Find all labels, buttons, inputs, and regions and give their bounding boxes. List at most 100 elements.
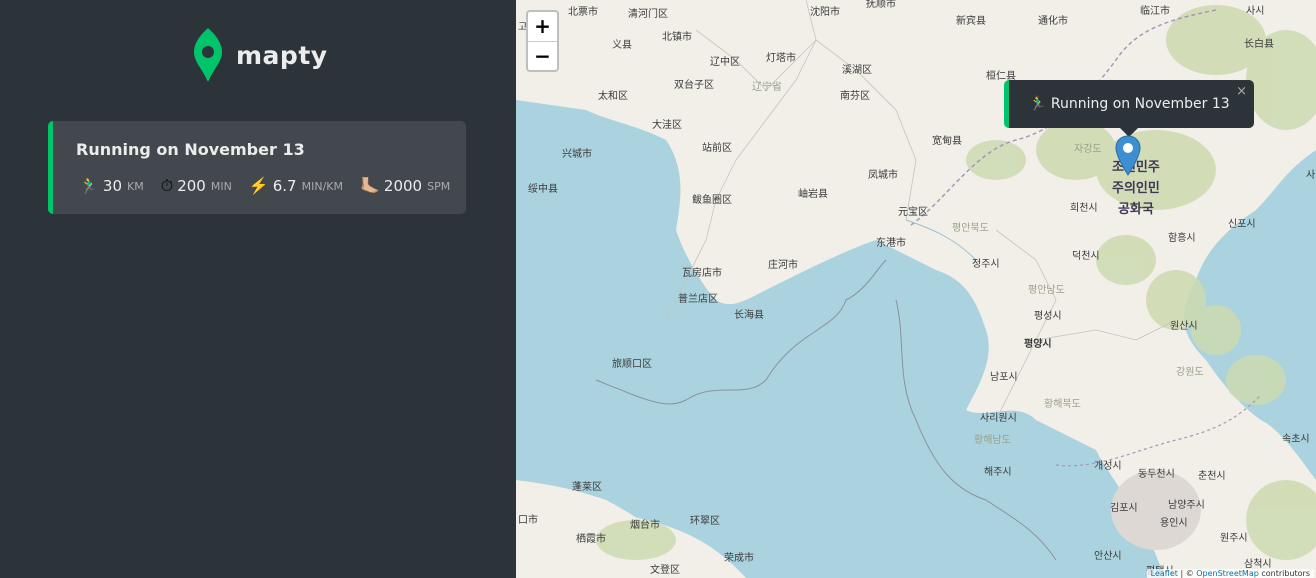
map-label: 站前区 [702,143,732,154]
cadence-value: 2000 [383,177,423,195]
map-label: 普兰店区 [678,294,718,305]
zoom-control: + − [526,10,559,72]
map-label: 东港市 [876,238,906,249]
map-label: 평성시 [1034,311,1062,322]
map-label: 庄河市 [768,260,798,271]
map-label: 旅顺口区 [612,359,652,370]
popup-close-button[interactable]: × [1236,84,1247,99]
popup-label: Running on November 13 [1050,96,1230,112]
duration-unit: min [210,179,232,193]
map-pin-logo-icon [194,28,222,82]
map-label: 抚顺市 [866,0,896,10]
country-line: 주의인민 [1112,181,1160,196]
map-label: 元宝区 [898,207,928,218]
map-label: 烟台市 [630,520,660,531]
map-label: 双台子区 [674,80,714,91]
map-label: 사시 [1246,6,1265,17]
map-label: 长海县 [734,310,764,321]
map-label: 蓬莱区 [572,482,602,493]
map-label: 绥中县 [528,184,558,195]
map-label: 삼척시 [1244,559,1272,570]
map-label: 长白县 [1244,39,1274,50]
workout-card-running[interactable]: Running on November 13 🏃‍♂️ 30 km ⏱ 200 … [48,121,466,214]
map-label: 개성시 [1094,461,1122,472]
map-label: 北票市 [568,7,598,18]
workout-popup[interactable]: 🏃‍♂️ Running on November 13 × [1004,80,1254,128]
attribution-suffix: contributors [1258,569,1310,578]
map-label: 辽中区 [710,57,740,68]
map-label: 口市 [518,515,538,526]
sidebar: mapty Running on November 13 🏃‍♂️ 30 km … [0,0,516,578]
map-label: 北镇市 [662,32,692,43]
map-label: 栖霞市 [576,534,606,545]
map-marker-icon[interactable] [1115,135,1141,176]
map-label: 원산시 [1170,321,1198,332]
map-label: 동두천시 [1138,469,1175,480]
map-label: 속초시 [1282,434,1310,445]
runner-icon: 🏃‍♂️ [79,176,99,195]
map-label: 평안남도 [1028,285,1065,296]
detail-pace: ⚡️ 6.7 min/km [249,177,343,195]
pace-unit: min/km [301,179,343,193]
map-label: 沈阳市 [810,7,840,18]
detail-cadence: 🦶🏼 2000 spm [360,177,450,195]
map-label: 원주시 [1220,533,1248,544]
distance-unit: km [127,179,144,193]
map-label: 용인시 [1160,518,1188,529]
distance-value: 30 [102,177,123,195]
map-label: 황해북도 [1044,399,1081,410]
map-label: 강원도 [1176,367,1204,378]
map-label: 临江市 [1140,6,1170,17]
leaflet-link[interactable]: Leaflet [1151,569,1178,578]
map-label: 사리원시 [980,413,1017,424]
duration-value: 200 [177,177,206,195]
logo-text: mapty [236,40,328,70]
workout-details: 🏃‍♂️ 30 km ⏱ 200 min ⚡️ 6.7 min/km 🦶🏼 20… [79,177,467,195]
map-label: 灯塔市 [766,53,796,64]
map-label: 평안북도 [952,223,989,234]
map-label: 희천시 [1070,203,1098,214]
osm-link[interactable]: OpenStreetMap [1196,569,1259,578]
pace-value: 6.7 [272,177,297,195]
map-label: 辽宁省 [752,82,782,93]
map-label: 남양주시 [1168,500,1205,511]
lightning-icon: ⚡️ [248,176,269,195]
map-label: 瓦房店市 [682,268,722,279]
map-label: 鲅鱼圈区 [692,195,732,206]
map-attribution: Leaflet | © OpenStreetMap contributors [1146,569,1314,578]
map-label: 兴城市 [562,149,592,160]
map-label: 太和区 [598,91,628,102]
map-label: 荣成市 [724,553,754,564]
map-label: 环翠区 [690,516,720,527]
map-label: 춘천시 [1198,471,1226,482]
detail-distance: 🏃‍♂️ 30 km [79,177,144,195]
map-label: 남포시 [990,372,1018,383]
workout-title: Running on November 13 [76,140,305,159]
country-line: 공화국 [1117,202,1154,217]
map-label: 김포시 [1110,503,1138,514]
map-label: 황해남도 [974,435,1011,446]
map-label: 해주시 [984,467,1012,478]
map-label: 덕천시 [1072,251,1100,262]
map[interactable]: 北票市 清河门区 沈阳市 抚顺市 新宾县 通化市 临江市 义县 北镇市 辽中区 … [516,0,1316,578]
map-label: 新宾县 [956,16,986,27]
map-label: 大洼区 [652,120,682,131]
stopwatch-icon: ⏱ [160,176,174,195]
map-label: 자강도 [1074,144,1102,155]
map-label: 通化市 [1038,16,1068,27]
map-label: 溪湖区 [842,65,872,76]
detail-duration: ⏱ 200 min [161,177,232,195]
map-label: 清河门区 [628,9,668,20]
logo: mapty [192,28,328,82]
map-label: 凤城市 [868,170,898,181]
zoom-in-button[interactable]: + [528,12,557,41]
map-label: 岫岩县 [798,189,828,200]
zoom-out-button[interactable]: − [528,41,557,70]
foot-icon: 🦶🏼 [359,176,380,195]
runner-icon: 🏃‍♂️ [1029,96,1047,112]
map-label: 文登区 [650,565,680,576]
map-label-capital: 평양시 [1024,339,1052,350]
popup-text: 🏃‍♂️ Running on November 13 [1029,96,1230,112]
map-label: 南芬区 [840,91,870,102]
map-label: 함흥시 [1168,233,1196,244]
